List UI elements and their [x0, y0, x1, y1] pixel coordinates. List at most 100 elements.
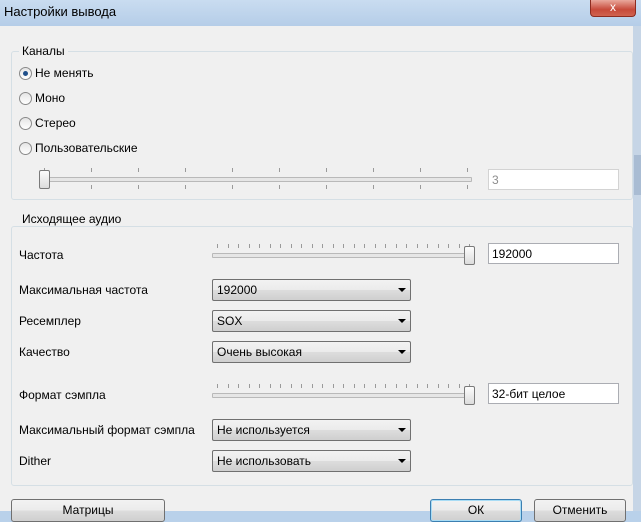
slider-tick [373, 168, 374, 172]
window-scrollbar[interactable] [633, 26, 641, 511]
max-sample-format-label: Максимальный формат сэмпла [19, 423, 195, 437]
slider-thumb[interactable] [464, 386, 475, 405]
slider-tick [427, 384, 428, 388]
slider-tick [259, 244, 260, 248]
slider-tick [291, 244, 292, 248]
slider-tick [291, 384, 292, 388]
slider-tick [217, 384, 218, 388]
max-frequency-value: 192000 [217, 283, 258, 297]
resampler-value: SOX [217, 314, 243, 328]
quality-select[interactable]: Очень высокая [212, 341, 411, 363]
output-audio-group-label: Исходящее аудио [19, 212, 125, 226]
slider-tick [138, 185, 139, 189]
slider-tick [232, 168, 233, 172]
max-sample-format-value: Не используется [217, 423, 310, 437]
max-frequency-label: Максимальная частота [19, 283, 148, 297]
slider-tick [301, 384, 302, 388]
max-frequency-select[interactable]: 192000 [212, 279, 411, 301]
sample-format-label: Формат сэмпла [19, 388, 106, 402]
slider-tick [438, 384, 439, 388]
resampler-label: Ресемплер [19, 314, 81, 328]
slider-tick [396, 244, 397, 248]
slider-tick [373, 185, 374, 189]
slider-tick [279, 185, 280, 189]
chevron-down-icon [398, 350, 406, 354]
slider-tick [228, 244, 229, 248]
slider-tick [91, 185, 92, 189]
frequency-label: Частота [19, 248, 64, 262]
slider-tick [375, 244, 376, 248]
slider-tick [385, 244, 386, 248]
slider-thumb[interactable] [39, 170, 50, 189]
slider-tick [232, 185, 233, 189]
dither-label: Dither [19, 454, 52, 468]
radio-no-change-indicator[interactable] [19, 67, 32, 80]
slider-tick [343, 244, 344, 248]
slider-track[interactable] [39, 177, 472, 182]
slider-tick [217, 244, 218, 248]
slider-tick [228, 384, 229, 388]
slider-tick [354, 244, 355, 248]
channels-slider[interactable] [39, 167, 472, 189]
slider-tick [448, 244, 449, 248]
radio-mono-indicator[interactable] [19, 92, 32, 105]
slider-tick [259, 384, 260, 388]
slider-tick [91, 168, 92, 172]
slider-tick [326, 168, 327, 172]
slider-tick [427, 244, 428, 248]
slider-tick [280, 244, 281, 248]
slider-tick [333, 384, 334, 388]
max-sample-format-select[interactable]: Не используется [212, 419, 411, 441]
radio-stereo-label: Стерео [35, 116, 76, 130]
slider-tick [420, 168, 421, 172]
slider-tick [312, 384, 313, 388]
slider-tick [270, 244, 271, 248]
slider-tick [467, 185, 468, 189]
channels-group-label: Каналы [19, 44, 68, 58]
slider-tick [280, 384, 281, 388]
slider-tick [301, 244, 302, 248]
title-bar: Настройки вывода x [0, 0, 641, 26]
frequency-input[interactable]: 192000 [488, 243, 619, 264]
slider-tick [238, 244, 239, 248]
slider-tick [364, 244, 365, 248]
slider-tick [375, 384, 376, 388]
slider-tick [459, 244, 460, 248]
chevron-down-icon [398, 319, 406, 323]
slider-thumb[interactable] [464, 246, 475, 265]
channels-count-input[interactable]: 3 [488, 169, 619, 190]
slider-track[interactable] [212, 253, 474, 258]
radio-mono-label: Моно [35, 91, 66, 105]
radio-no-change-label: Не менять [35, 66, 94, 80]
slider-tick [406, 384, 407, 388]
close-button[interactable]: x [590, 0, 636, 17]
slider-tick [279, 168, 280, 172]
close-icon: x [610, 0, 616, 14]
slider-tick [333, 244, 334, 248]
resampler-select[interactable]: SOX [212, 310, 411, 332]
radio-stereo-indicator[interactable] [19, 117, 32, 130]
slider-tick [326, 185, 327, 189]
quality-label: Качество [19, 345, 70, 359]
slider-tick [406, 244, 407, 248]
radio-custom-label: Пользовательские [35, 141, 138, 155]
frequency-slider[interactable] [212, 243, 475, 265]
dither-select[interactable]: Не использовать [212, 450, 411, 472]
dither-value: Не использовать [217, 454, 311, 468]
slider-tick [138, 168, 139, 172]
slider-tick [354, 384, 355, 388]
sample-format-slider[interactable] [212, 383, 475, 405]
slider-tick [238, 384, 239, 388]
window-scrollbar-thumb[interactable] [634, 155, 641, 195]
slider-tick [396, 384, 397, 388]
slider-tick [249, 244, 250, 248]
slider-tick [249, 384, 250, 388]
slider-tick [417, 384, 418, 388]
window-title: Настройки вывода [4, 4, 117, 19]
slider-tick [459, 384, 460, 388]
sample-format-input[interactable]: 32-бит целое [488, 383, 619, 404]
slider-tick [364, 384, 365, 388]
slider-track[interactable] [212, 393, 474, 398]
radio-custom-indicator[interactable] [19, 142, 32, 155]
slider-tick [185, 185, 186, 189]
